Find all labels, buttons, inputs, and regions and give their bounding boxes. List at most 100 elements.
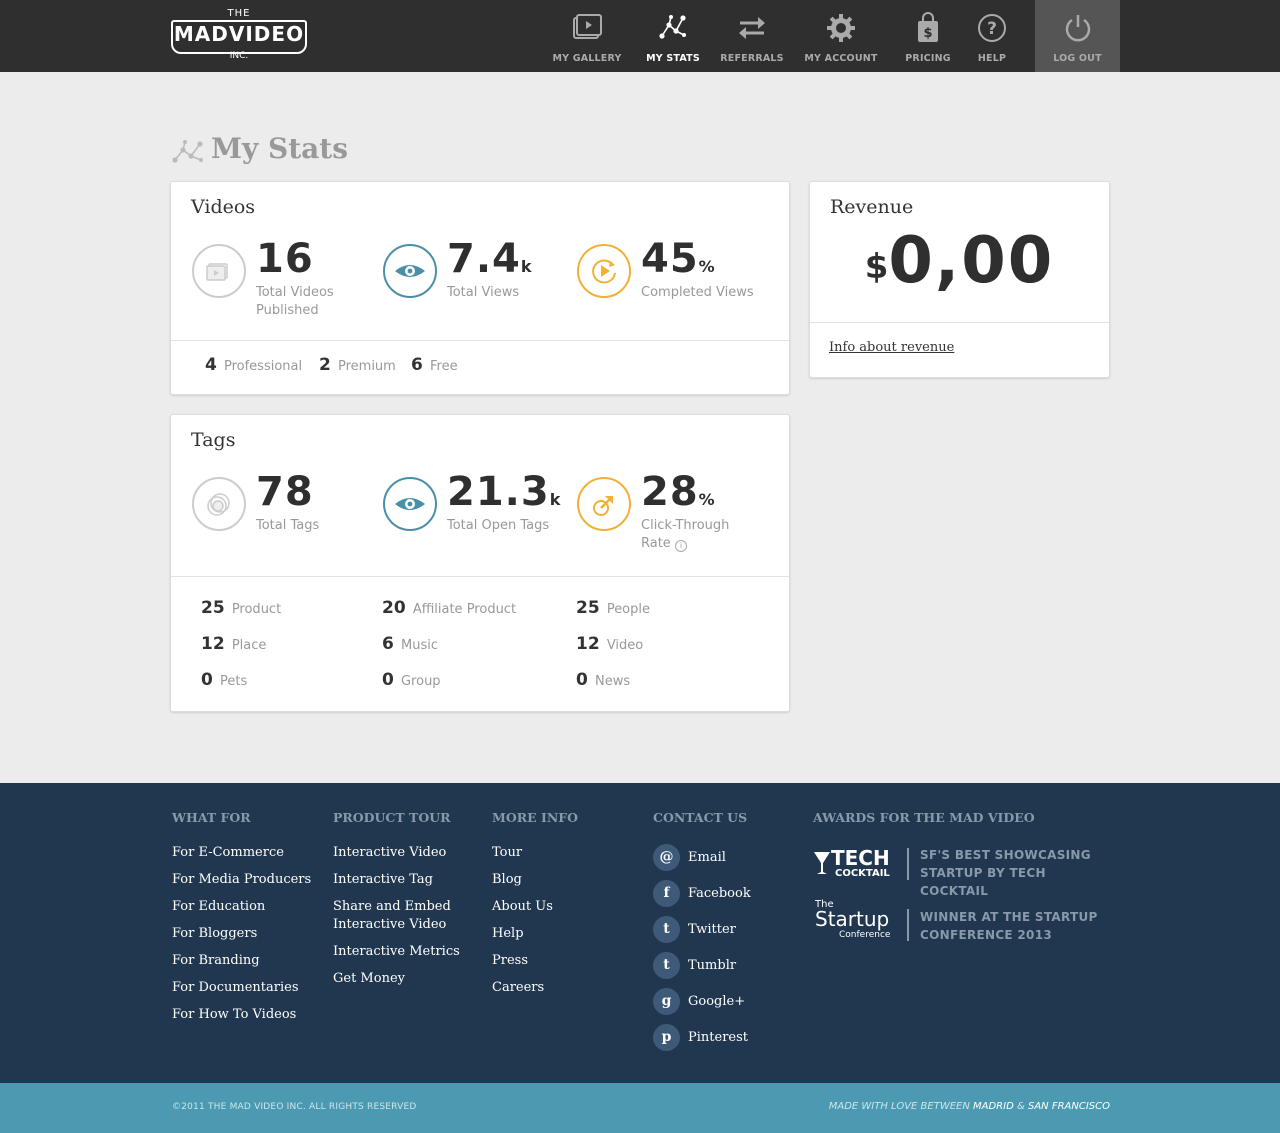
currency-symbol: $: [864, 247, 889, 287]
footer-link[interactable]: Tour: [492, 844, 578, 862]
eye-icon: [383, 477, 437, 531]
tags-count-group: 0 Group: [382, 670, 441, 690]
revenue-card-title: Revenue: [830, 196, 914, 218]
contact-email-link[interactable]: @ Email: [653, 844, 751, 871]
stat-label: Total Views: [447, 285, 520, 300]
copyright: ©2011 THE MAD VIDEO INC. ALL RIGHTS RESE…: [172, 1102, 417, 1112]
award-tech-cocktail: TECH COCKTAIL SF'S BEST SHOWCASING STARTU…: [813, 846, 1113, 898]
logo-inc: INC.: [229, 51, 249, 61]
startup-conference-logo: The Startup Conference: [815, 899, 891, 940]
videos-count-premium: 2 Premium: [319, 355, 396, 375]
nav-referrals[interactable]: REFERRALS: [716, 0, 788, 72]
nav-label: HELP: [977, 53, 1007, 64]
tags-card-title: Tags: [191, 429, 236, 451]
stat-value: 7.4k: [447, 236, 533, 282]
nav-my-account[interactable]: MY ACCOUNT: [801, 0, 881, 72]
info-icon[interactable]: i: [674, 540, 687, 552]
footer-link[interactable]: Share and Embed Interactive Video: [333, 898, 463, 934]
footer-link[interactable]: For Branding: [172, 952, 311, 970]
tags-count-affiliate-product: 20 Affiliate Product: [382, 598, 517, 618]
footer-link[interactable]: Press: [492, 952, 578, 970]
footer-link[interactable]: Interactive Video: [333, 844, 463, 862]
footer-link[interactable]: Help: [492, 925, 578, 943]
tumblr-icon: t: [653, 952, 680, 979]
footer-link[interactable]: For How To Videos: [172, 1006, 311, 1024]
stat-label: Total Tags: [256, 518, 320, 533]
footer-link[interactable]: Careers: [492, 979, 578, 997]
footer-heading: WHAT FOR: [172, 810, 251, 825]
contact-tumblr-link[interactable]: t Tumblr: [653, 952, 751, 979]
stats-icon: [172, 140, 203, 163]
madvideo-logo[interactable]: THE MADVIDEO INC.: [171, 8, 307, 62]
award-startup-conference: The Startup Conference WINNER AT THE STA…: [813, 899, 1113, 942]
contact-twitter-link[interactable]: t Twitter: [653, 916, 751, 943]
nav-label: MY GALLERY: [552, 53, 622, 64]
footer-link[interactable]: For Media Producers: [172, 871, 311, 889]
footer-contact-us: CONTACT US @ Email f Facebook t Twitter t Tu…: [653, 810, 751, 1060]
tags-count-pets: 0 Pets: [201, 670, 248, 690]
videos-count-free: 6 Free: [411, 355, 458, 375]
footer-heading: PRODUCT TOUR: [333, 810, 451, 825]
footer-heading: CONTACT US: [653, 810, 748, 825]
share-arrow-icon: [577, 477, 631, 531]
footer-more-info: MORE INFO Tour Blog About Us Help Press …: [492, 810, 578, 1006]
gear-icon: [827, 14, 855, 42]
replay-icon: [577, 244, 631, 298]
nav-help[interactable]: ? HELP: [967, 0, 1017, 72]
nav-label: PRICING: [905, 53, 951, 64]
nav-log-out[interactable]: LOG OUT: [1035, 0, 1120, 72]
revenue-amount: $0,00: [810, 224, 1109, 298]
svg-text:$: $: [923, 26, 932, 41]
logo-the: THE: [227, 8, 251, 19]
footer-link[interactable]: For Education: [172, 898, 311, 916]
nav-label: REFERRALS: [720, 53, 784, 64]
stat-label: Completed Views: [641, 285, 754, 300]
award-text: WINNER AT THE STARTUP CONFERENCE 2013: [920, 910, 1098, 942]
tags-count-video: 12 Video: [576, 634, 644, 654]
tags-count-product: 25 Product: [201, 598, 282, 618]
tags-count-music: 6 Music: [382, 634, 438, 654]
stat-value: 45%: [641, 236, 716, 282]
nav-label: MY STATS: [646, 53, 700, 64]
footer-link[interactable]: For Documentaries: [172, 979, 311, 997]
footer-link[interactable]: For E-Commerce: [172, 844, 311, 862]
revenue-value: 0,00: [888, 224, 1055, 298]
nav-my-stats[interactable]: MY STATS: [638, 0, 708, 72]
footer-link[interactable]: About Us: [492, 898, 578, 916]
footer-link[interactable]: For Bloggers: [172, 925, 311, 943]
contact-facebook-link[interactable]: f Facebook: [653, 880, 751, 907]
footer-product-tour: PRODUCT TOUR Interactive Video Interacti…: [333, 810, 463, 997]
page-heading: My Stats: [211, 132, 349, 165]
footer-heading: AWARDS FOR THE MAD VIDEO: [813, 810, 1035, 825]
tags-count-people: 25 People: [576, 598, 651, 618]
help-icon: ?: [978, 14, 1006, 42]
footer-link[interactable]: Interactive Tag: [333, 871, 463, 889]
stat-label: Click-Through Rate i: [641, 518, 730, 552]
info-about-revenue-link[interactable]: Info about revenue: [829, 340, 954, 355]
nav-pricing[interactable]: $ PRICING: [898, 0, 958, 72]
tags-count-place: 12 Place: [201, 634, 267, 654]
nav-label: LOG OUT: [1053, 53, 1102, 64]
tech-cocktail-logo: TECH COCKTAIL: [813, 846, 905, 886]
nav-label: MY ACCOUNT: [804, 53, 878, 64]
contact-google-plus-link[interactable]: g Google+: [653, 988, 751, 1015]
footer-link[interactable]: Get Money: [333, 970, 463, 988]
stat-value: 78: [256, 469, 314, 515]
contact-pinterest-link[interactable]: p Pinterest: [653, 1024, 751, 1051]
power-icon: [1065, 15, 1090, 42]
award-text: SF'S BEST SHOWCASING STARTUP BY TECH COCK…: [920, 848, 1091, 898]
divider: [171, 576, 789, 577]
stat-value: 28%: [641, 469, 716, 515]
price-tag-icon: $: [918, 12, 938, 42]
videos-card-title: Videos: [191, 196, 256, 218]
facebook-icon: f: [653, 880, 680, 907]
tag-circles-icon: [192, 477, 246, 531]
stat-value: 16: [256, 236, 314, 282]
stat-value: 21.3k: [447, 469, 562, 515]
gallery-icon: [573, 14, 602, 39]
footer-link[interactable]: Blog: [492, 871, 578, 889]
award-separator: [907, 848, 909, 880]
nav-my-gallery[interactable]: MY GALLERY: [549, 0, 625, 72]
footer-link[interactable]: Interactive Metrics: [333, 943, 463, 961]
videos-card: Videos 16 Total Videos Published 7.4k To…: [170, 181, 790, 395]
